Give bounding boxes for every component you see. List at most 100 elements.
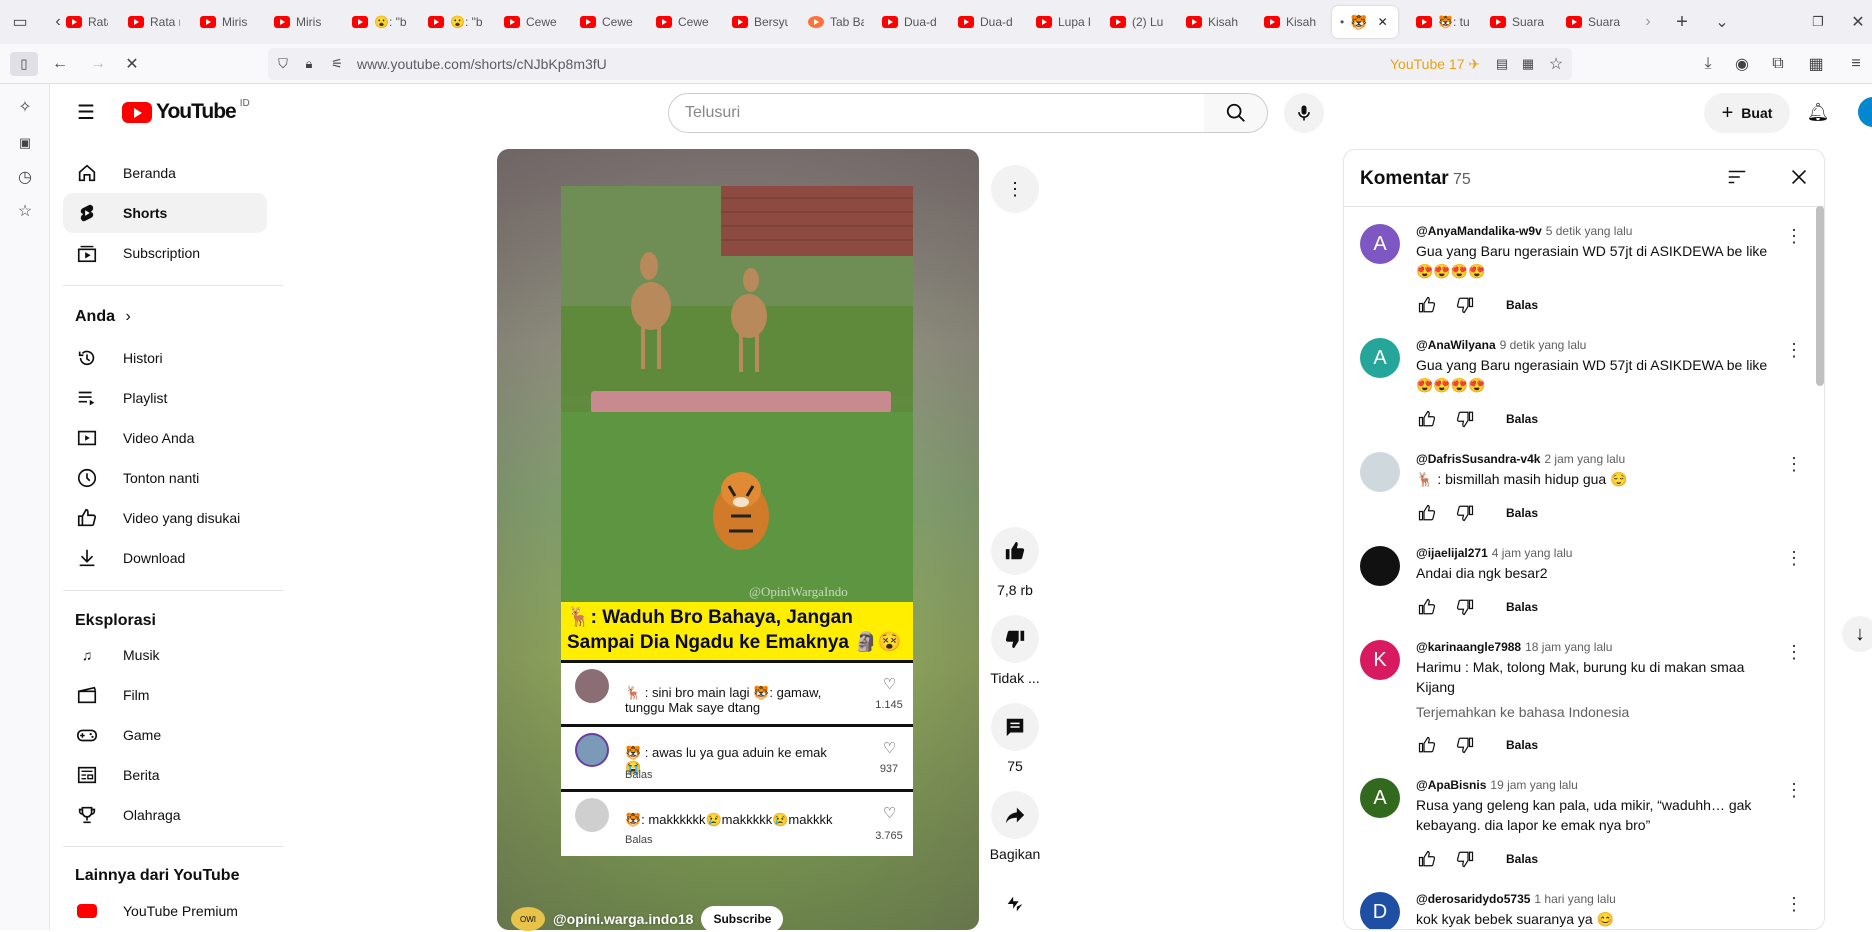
back-arrow-icon[interactable]: ← — [48, 52, 72, 76]
search-input[interactable]: Telusuri — [668, 93, 1205, 133]
like-button[interactable] — [991, 527, 1039, 575]
comment-author[interactable]: @DafrisSusandra-v4k 2 jam yang lalu — [1416, 452, 1625, 466]
permissions-icon[interactable]: ⚟ — [327, 54, 347, 74]
comment-avatar[interactable]: K — [1360, 640, 1400, 680]
reply-button[interactable]: Balas — [1506, 852, 1538, 866]
menu-icon[interactable]: ≡ — [1846, 54, 1866, 74]
thumbs-up-icon[interactable] — [1416, 408, 1438, 430]
browser-tab[interactable]: Kisah — [1264, 8, 1318, 36]
browser-tab[interactable]: Cewe — [504, 8, 558, 36]
comment-more-icon[interactable]: ⋮ — [1784, 780, 1804, 801]
sidebar-item-tonton-nanti[interactable]: Tonton nanti — [63, 458, 267, 498]
sidebar-toggle-icon[interactable]: ▯ — [10, 52, 38, 76]
browser-tab[interactable]: Cewe — [656, 8, 710, 36]
comment-avatar[interactable] — [1360, 452, 1400, 492]
comment-more-icon[interactable]: ⋮ — [1784, 642, 1804, 663]
comment-avatar[interactable] — [1360, 546, 1400, 586]
browser-tab[interactable]: Rata r — [66, 8, 108, 36]
translate-link[interactable]: Terjemahkan ke bahasa Indonesia — [1416, 704, 1629, 720]
url-text[interactable]: www.youtube.com/shorts/cNJbKp8m3fU — [357, 56, 607, 72]
comment-author[interactable]: @AnaWilyana 9 detik yang lalu — [1416, 338, 1586, 352]
browser-tab[interactable]: (2) Lu — [1110, 8, 1166, 36]
comment-avatar[interactable]: D — [1360, 892, 1400, 929]
sidebar-item-video-anda[interactable]: Video Anda — [63, 418, 267, 458]
browser-tab[interactable]: Miris — [200, 8, 254, 36]
browser-tab[interactable]: 😮: "b — [428, 8, 484, 36]
thumbs-down-icon[interactable] — [1454, 848, 1476, 870]
history-clock-icon[interactable]: ◷ — [14, 166, 36, 188]
youtube-logo[interactable]: YouTube ID — [122, 98, 250, 124]
next-short-button[interactable]: ↓ — [1842, 616, 1872, 652]
close-window-icon[interactable]: ✕ — [1846, 10, 1870, 34]
comment-more-icon[interactable]: ⋮ — [1784, 226, 1804, 247]
browser-tab[interactable]: Lupa k — [1036, 8, 1090, 36]
browser-tab[interactable]: Cewe — [580, 8, 634, 36]
browser-tab-active[interactable]: • 🐯 ✕ — [1332, 6, 1398, 38]
stop-loading-icon[interactable]: ✕ — [120, 52, 144, 76]
browser-tab[interactable]: Kisah — [1186, 8, 1240, 36]
forward-arrow-icon[interactable]: → — [86, 52, 110, 76]
channel-name[interactable]: @opini.warga.indo18 — [553, 911, 693, 927]
thumbs-down-icon[interactable] — [1454, 596, 1476, 618]
sidebar-item-film[interactable]: Film — [63, 675, 267, 715]
remix-button[interactable] — [991, 880, 1039, 928]
sidebar-item-histori[interactable]: Histori — [63, 338, 267, 378]
comment-more-icon[interactable]: ⋮ — [1784, 894, 1804, 915]
comments-scrollbar[interactable] — [1816, 206, 1824, 386]
thumbs-up-icon[interactable] — [1416, 734, 1438, 756]
account-icon[interactable]: ◉ — [1732, 54, 1752, 74]
browser-tab[interactable]: Suara — [1490, 8, 1546, 36]
thumbs-down-icon[interactable] — [1454, 734, 1476, 756]
comment-author[interactable]: @ApaBisnis 19 jam yang lalu — [1416, 778, 1578, 792]
close-tab-icon[interactable]: ✕ — [1378, 15, 1388, 29]
scroll-tabs-right-icon[interactable]: › — [1640, 12, 1656, 32]
ai-sparkle-icon[interactable]: ✧ — [14, 96, 36, 118]
browser-tab[interactable]: Dua-d — [882, 8, 938, 36]
scroll-tabs-left-icon[interactable]: ‹ — [50, 12, 66, 32]
sidebar-item-subscription[interactable]: Subscription — [63, 233, 267, 273]
list-tabs-chevron-down-icon[interactable]: ⌄ — [1710, 10, 1734, 34]
reply-button[interactable]: Balas — [1506, 298, 1538, 312]
shield-icon[interactable]: ⛉ — [273, 54, 293, 74]
create-button[interactable]: + Buat — [1704, 93, 1790, 133]
sidebar-item-musik[interactable]: ♫ Musik — [63, 635, 267, 675]
browser-tab[interactable]: Bersyu — [732, 8, 788, 36]
sidebar-item-shorts[interactable]: Shorts — [63, 193, 267, 233]
sidebar-item-olahraga[interactable]: Olahraga — [63, 795, 267, 835]
comment-avatar[interactable]: A — [1360, 338, 1400, 378]
synced-tabs-icon[interactable]: ▣ — [14, 132, 36, 154]
browser-tab[interactable]: 🐯: tu — [1416, 8, 1474, 36]
comment-author[interactable]: @ijaelijal271 4 jam yang lalu — [1416, 546, 1572, 560]
sidebar-item-playlist[interactable]: Playlist — [63, 378, 267, 418]
sidebar-item-youtube-premium[interactable]: YouTube Premium — [63, 891, 267, 931]
search-button[interactable] — [1204, 93, 1268, 133]
thumbs-up-icon[interactable] — [1416, 502, 1438, 524]
comment-avatar[interactable]: A — [1360, 778, 1400, 818]
bookmark-star-icon[interactable]: ☆ — [1546, 54, 1566, 74]
sidebar-item-download[interactable]: Download — [63, 538, 267, 578]
apps-grid-icon[interactable]: ▦ — [1806, 54, 1826, 74]
reply-button[interactable]: Balas — [1506, 600, 1538, 614]
comment-more-icon[interactable]: ⋮ — [1784, 548, 1804, 569]
comment-author[interactable]: @derosaridydo5735 1 hari yang lalu — [1416, 892, 1616, 906]
sidebar-item-video-disukai[interactable]: Video yang disukai — [63, 498, 267, 538]
browser-tab[interactable]: Dua-d — [958, 8, 1014, 36]
comment-more-icon[interactable]: ⋮ — [1784, 340, 1804, 361]
channel-avatar[interactable]: OWI — [511, 907, 545, 931]
thumbs-up-icon[interactable] — [1416, 596, 1438, 618]
thumbs-down-icon[interactable] — [1454, 408, 1476, 430]
extensions-icon[interactable]: ⧉ — [1768, 54, 1788, 74]
close-comments-button[interactable] — [1788, 166, 1814, 192]
hamburger-menu-icon[interactable]: ☰ — [74, 100, 98, 124]
downloads-icon[interactable]: ⤓ — [1698, 54, 1718, 74]
thumbs-up-icon[interactable] — [1416, 294, 1438, 316]
restore-window-icon[interactable]: ❐ — [1806, 10, 1830, 34]
comment-avatar[interactable]: A — [1360, 224, 1400, 264]
share-button[interactable] — [991, 791, 1039, 839]
sidebar-section-anda[interactable]: Anda › — [75, 308, 131, 326]
sidebar-item-berita[interactable]: Berita — [63, 755, 267, 795]
comment-more-icon[interactable]: ⋮ — [1784, 454, 1804, 475]
sidebar-item-game[interactable]: Game — [63, 715, 267, 755]
browser-tab[interactable]: Suara — [1566, 8, 1622, 36]
sort-button[interactable] — [1726, 166, 1752, 192]
